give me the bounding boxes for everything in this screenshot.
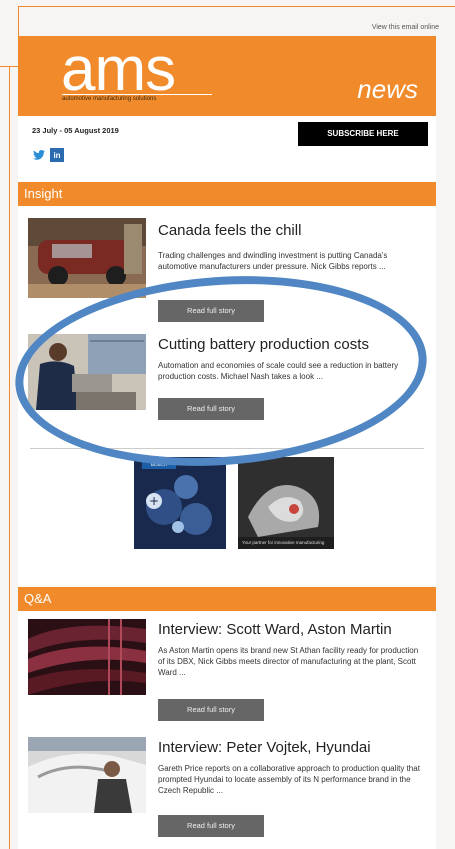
article-thumb-canada[interactable] [28, 218, 146, 298]
article-desc: Trading challenges and dwindling investm… [158, 251, 388, 271]
article-desc: As Aston Martin opens its brand new St A… [158, 646, 419, 677]
article-thumb-aston-martin[interactable] [28, 619, 146, 695]
read-full-story-button[interactable]: Read full story [158, 699, 264, 721]
section-insight: Insight [18, 182, 436, 206]
article-aston-martin: Interview: Scott Ward, Aston Martin As A… [18, 611, 436, 737]
article-desc: Gareth Price reports on a collaborative … [158, 764, 420, 795]
advert-caption: Your partner for innovative manufacturin… [242, 540, 325, 545]
social-links: in [32, 148, 64, 162]
advert-row: + BOSCH Your partner for innovative manu… [18, 449, 436, 587]
frame-line-bottom-left [9, 66, 10, 849]
twitter-icon[interactable] [32, 148, 46, 162]
news-label: news [357, 74, 418, 104]
read-full-story-button[interactable]: Read full story [158, 815, 264, 837]
email-header: ams automotive manufacturing solutions n… [18, 36, 436, 116]
date-range: 23 July - 05 August 2019 [32, 126, 119, 135]
article-hyundai: Interview: Peter Vojtek, Hyundai Gareth … [18, 737, 436, 849]
linkedin-icon[interactable]: in [50, 148, 64, 162]
article-title[interactable]: Interview: Peter Vojtek, Hyundai [158, 739, 428, 756]
logo-subtitle: automotive manufacturing solutions [62, 94, 212, 102]
subscribe-button[interactable]: SUBSCRIBE HERE [298, 122, 428, 146]
frame-line-top [18, 6, 455, 7]
view-online-link[interactable]: View this email online [372, 24, 439, 31]
article-thumb-hyundai[interactable] [28, 737, 146, 813]
article-title[interactable]: Canada feels the chill [158, 222, 428, 239]
article-title[interactable]: Interview: Scott Ward, Aston Martin [158, 621, 428, 638]
subscribe-bar: 23 July - 05 August 2019 SUBSCRIBE HERE … [18, 116, 436, 182]
section-qa: Q&A [18, 587, 436, 611]
advert-bosch[interactable]: + BOSCH [134, 457, 226, 549]
advert-machining[interactable]: Your partner for innovative manufacturin… [238, 457, 334, 549]
svg-text:+: + [149, 494, 159, 508]
